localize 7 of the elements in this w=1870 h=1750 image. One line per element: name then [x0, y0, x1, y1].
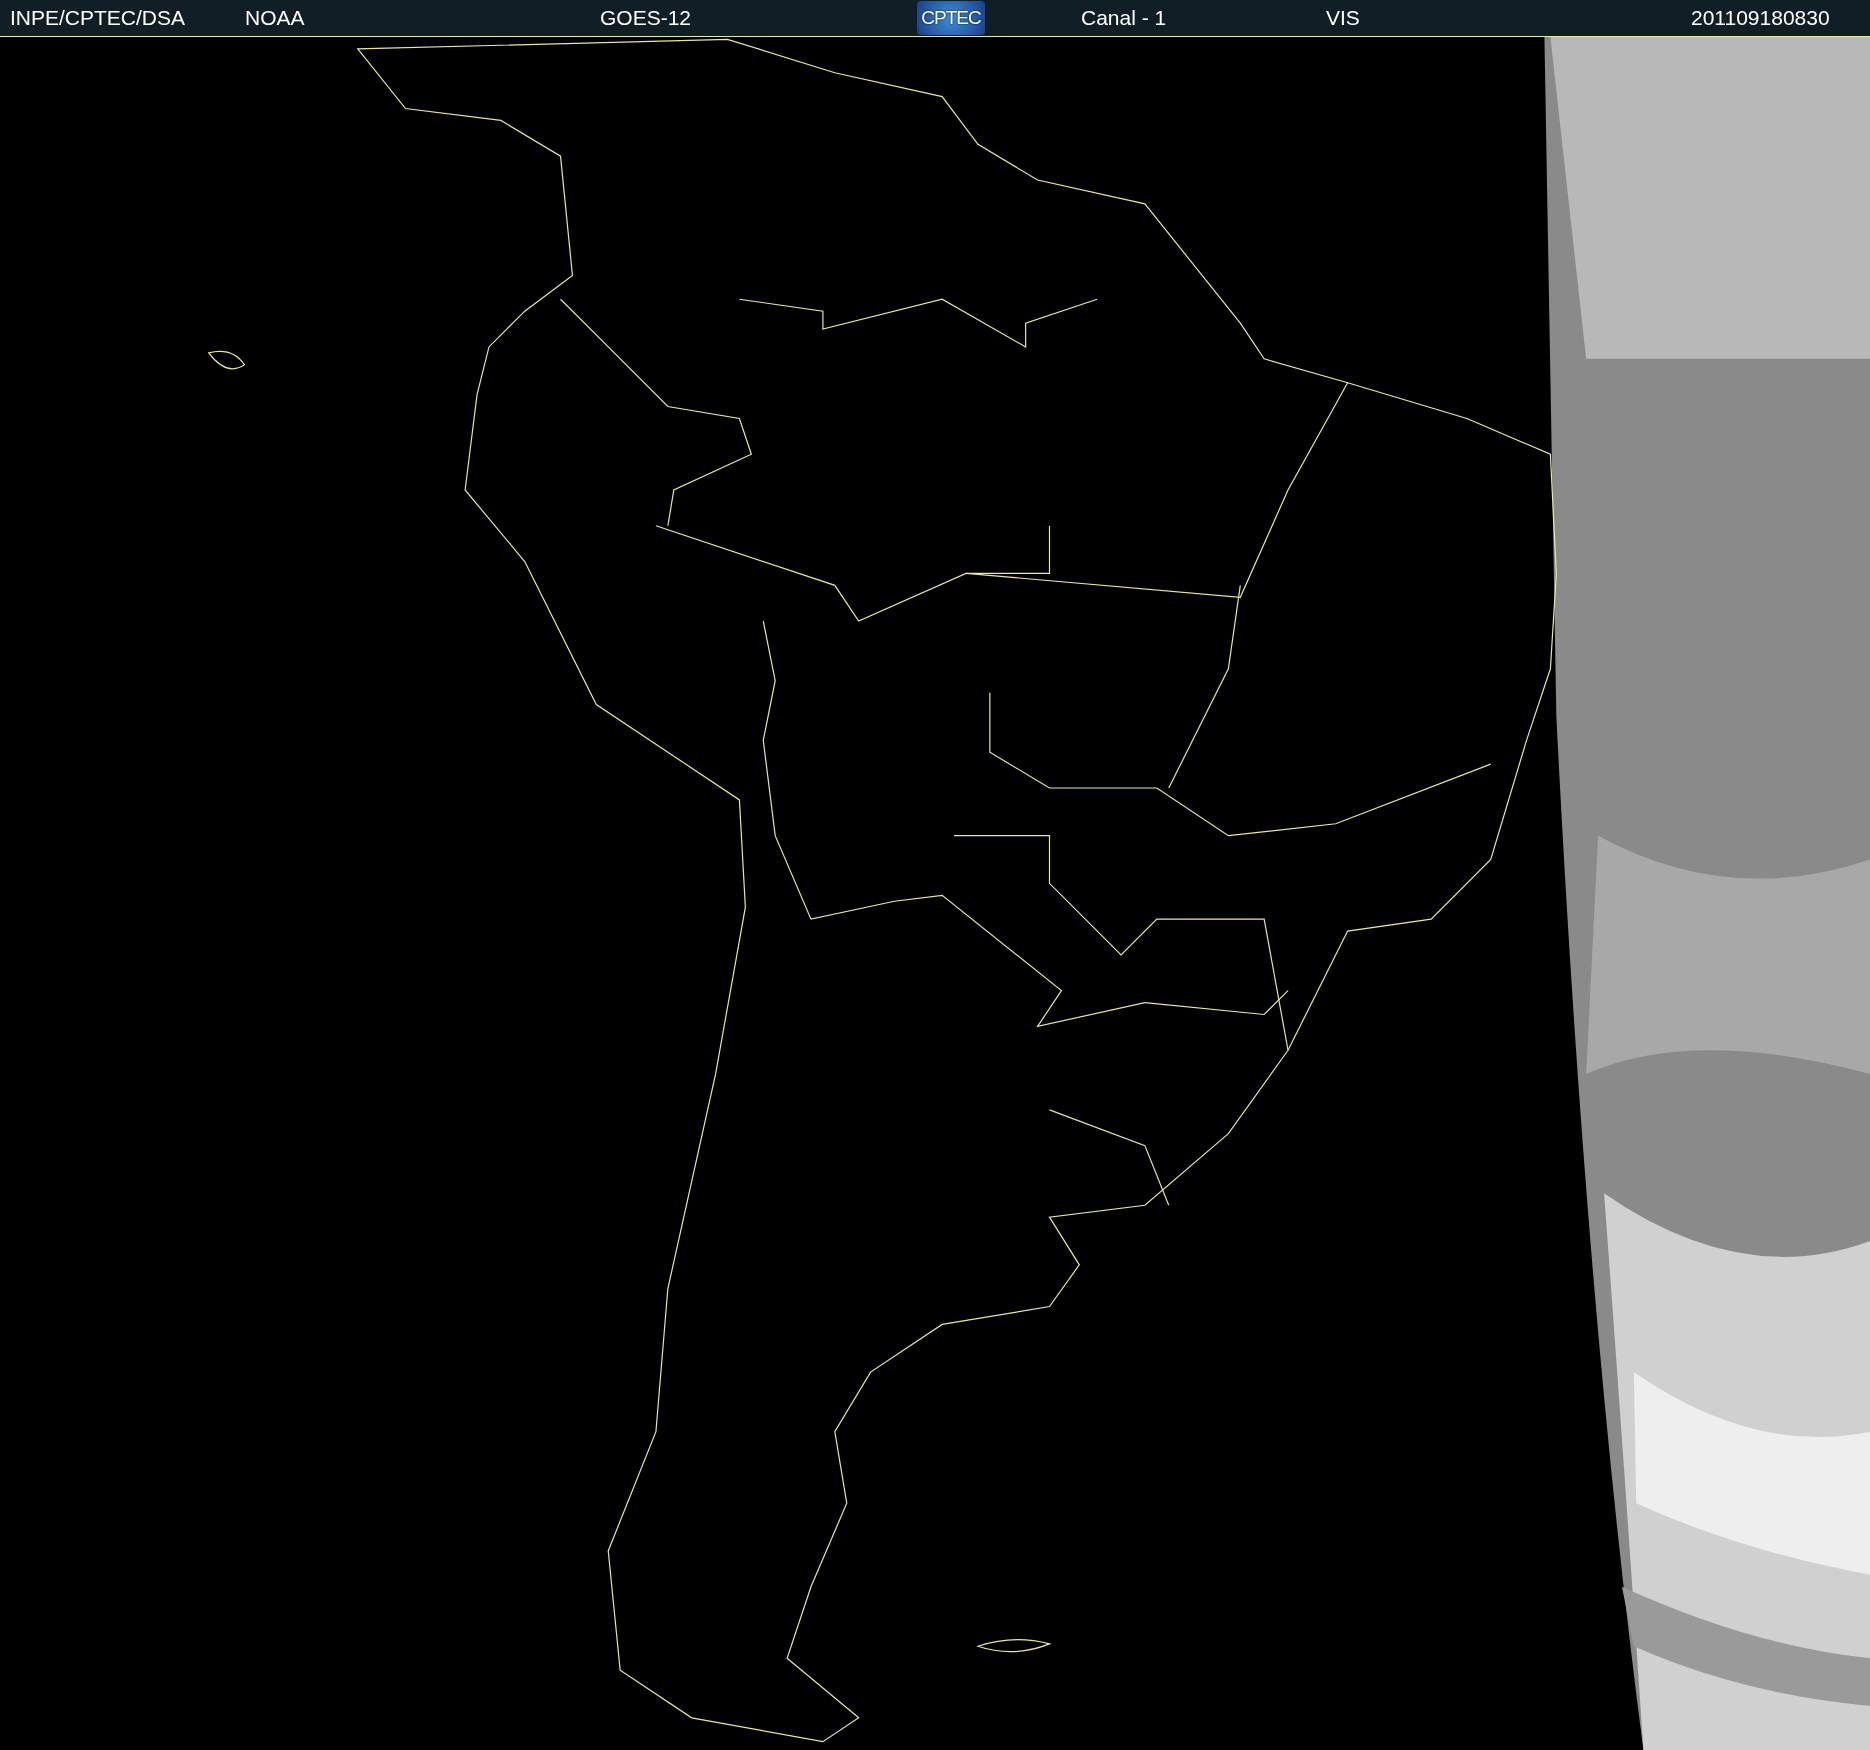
- header-label: VIS: [1326, 6, 1361, 30]
- header-label: NOAA: [245, 6, 306, 30]
- header-label: INPE/CPTEC/DSA: [9, 6, 187, 30]
- header-label: GOES-12: [600, 6, 693, 30]
- header-label: 201109180830: [1691, 6, 1831, 30]
- logo: CPTEC: [917, 1, 985, 35]
- header-label: Canal - 1: [1081, 6, 1168, 30]
